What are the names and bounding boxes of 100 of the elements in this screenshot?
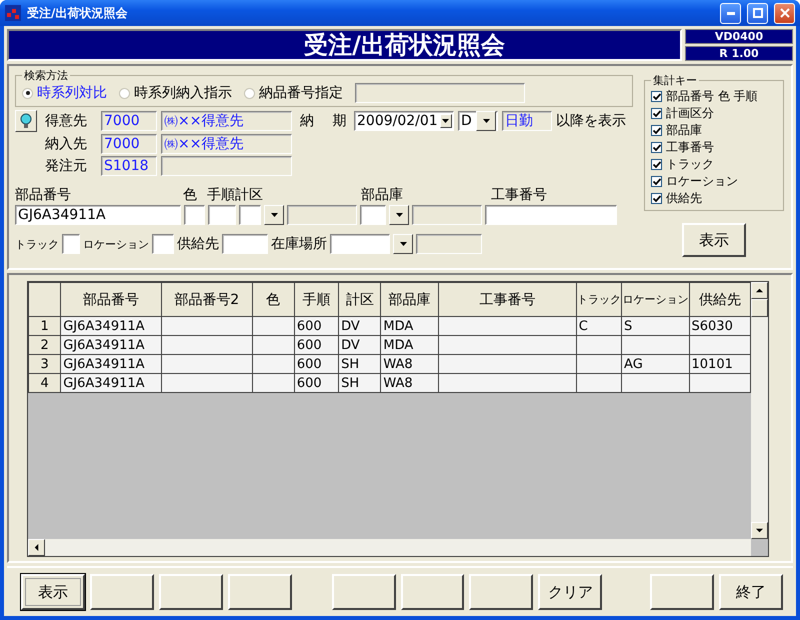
track-field[interactable] (62, 234, 80, 254)
column-header[interactable]: トラック (576, 282, 622, 316)
name-field: ㈱××得意先 (161, 111, 292, 131)
dropdown-button[interactable] (264, 205, 284, 225)
column-header[interactable]: 部品番号 (60, 282, 162, 316)
revision-label: R 1.00 (685, 46, 793, 61)
function-key-button[interactable] (90, 574, 154, 610)
shift-field: 日勤 (502, 111, 552, 131)
radio-button[interactable] (22, 88, 33, 98)
table-cell (576, 374, 622, 392)
checkbox[interactable] (651, 108, 662, 119)
table-cell: SH (338, 374, 381, 392)
delivery-number-field[interactable] (355, 83, 525, 103)
lookup-button[interactable] (15, 110, 37, 132)
vertical-scrollbar[interactable] (751, 282, 768, 539)
table-cell (576, 354, 622, 374)
table-cell: S6030 (689, 316, 750, 336)
function-key-button[interactable] (332, 574, 396, 610)
table-cell: WA8 (380, 354, 438, 374)
row-number: 2 (28, 336, 61, 354)
checkbox[interactable] (651, 142, 662, 153)
table-cell: GJ6A34911A (60, 336, 162, 354)
dropdown-button[interactable] (476, 111, 496, 131)
caret-icon (396, 213, 402, 217)
function-key-button[interactable] (400, 574, 464, 610)
plan-class-field[interactable] (239, 205, 261, 225)
group-legend: 集計キー (651, 73, 699, 88)
date-field[interactable]: 2009/02/01 (354, 111, 454, 131)
warehouse-field[interactable] (360, 205, 386, 225)
name-field: ㈱××得意先 (161, 134, 292, 154)
work-number-field[interactable] (485, 205, 617, 225)
checkbox[interactable] (651, 91, 662, 102)
dropdown-button[interactable] (440, 114, 452, 128)
light-bulb-icon (20, 113, 32, 129)
dropdown-button[interactable] (393, 234, 413, 254)
scroll-up-button[interactable] (751, 282, 768, 299)
screen-title: 受注/出荷状況照会 (7, 29, 682, 61)
code-field: 7000 (101, 111, 157, 131)
close-icon (780, 8, 790, 18)
function-key-button[interactable]: 終了 (719, 574, 784, 610)
checkbox[interactable] (651, 193, 662, 204)
supplier-field[interactable] (222, 234, 268, 254)
radio-button[interactable] (119, 88, 130, 98)
column-header[interactable]: 供給先 (689, 282, 750, 316)
unit-field[interactable]: D (458, 111, 498, 131)
scroll-thumb[interactable] (751, 299, 768, 317)
maximize-button[interactable] (747, 2, 768, 24)
dropdown-button[interactable] (389, 205, 409, 225)
table-cell (252, 374, 294, 392)
table-cell: GJ6A34911A (60, 374, 162, 392)
show-button[interactable]: 表示 (682, 223, 746, 257)
column-header[interactable]: 工事番号 (438, 282, 576, 316)
column-header[interactable]: 部品番号2 (161, 282, 252, 316)
field-label: 色 (183, 186, 198, 204)
field-label: 部品番号 (15, 186, 72, 204)
check-icon (652, 127, 660, 134)
horizontal-scrollbar[interactable] (28, 539, 751, 556)
checkbox-label: 計画区分 (666, 105, 714, 122)
function-key-button[interactable] (469, 574, 534, 610)
color-field[interactable] (184, 205, 205, 225)
column-header[interactable]: 色 (252, 282, 294, 316)
date-suffix-label: 以降を表示 (556, 112, 626, 130)
procedure-field[interactable] (208, 205, 236, 225)
column-header[interactable]: 手順 (294, 282, 339, 316)
radio-label: 時系列対比 (37, 84, 107, 102)
function-key-button[interactable] (228, 574, 292, 610)
table-cell (622, 374, 689, 392)
column-header[interactable]: 部品庫 (380, 282, 438, 316)
due-date-label: 納 期 (300, 112, 348, 130)
group-legend: 検索方法 (22, 68, 70, 83)
caret-icon (442, 119, 450, 123)
part-number-field[interactable]: GJ6A34911A (15, 205, 181, 225)
warehouse-name-field (412, 205, 482, 225)
minimize-button[interactable] (720, 2, 741, 24)
checkbox-label: 供給先 (666, 190, 702, 207)
function-key-button[interactable] (650, 574, 714, 610)
up-arrow-icon (756, 287, 763, 294)
checkbox[interactable] (651, 159, 662, 170)
column-header[interactable]: 計区 (338, 282, 381, 316)
function-key-button[interactable]: クリア (538, 574, 602, 610)
field-label: ロケーション (83, 236, 149, 252)
field-label: 納入先 (45, 135, 88, 153)
close-button[interactable] (774, 2, 795, 24)
checkbox[interactable] (651, 125, 662, 136)
radio-button[interactable] (244, 88, 255, 98)
scroll-left-button[interactable] (28, 539, 45, 556)
location-field[interactable] (152, 234, 174, 254)
check-icon (652, 178, 660, 185)
column-header[interactable]: ロケーション (622, 282, 689, 316)
down-arrow-icon (756, 527, 763, 534)
stock-place-field[interactable] (330, 234, 390, 254)
check-icon (652, 110, 660, 117)
function-key-button[interactable]: 表示 (21, 574, 85, 610)
table-cell: C (576, 316, 622, 336)
checkbox[interactable] (651, 176, 662, 187)
table-cell: 600 (294, 374, 339, 392)
function-key-button[interactable] (158, 574, 223, 610)
caret-icon (400, 242, 406, 246)
table-cell: DV (338, 316, 381, 336)
scroll-down-button[interactable] (751, 522, 768, 539)
